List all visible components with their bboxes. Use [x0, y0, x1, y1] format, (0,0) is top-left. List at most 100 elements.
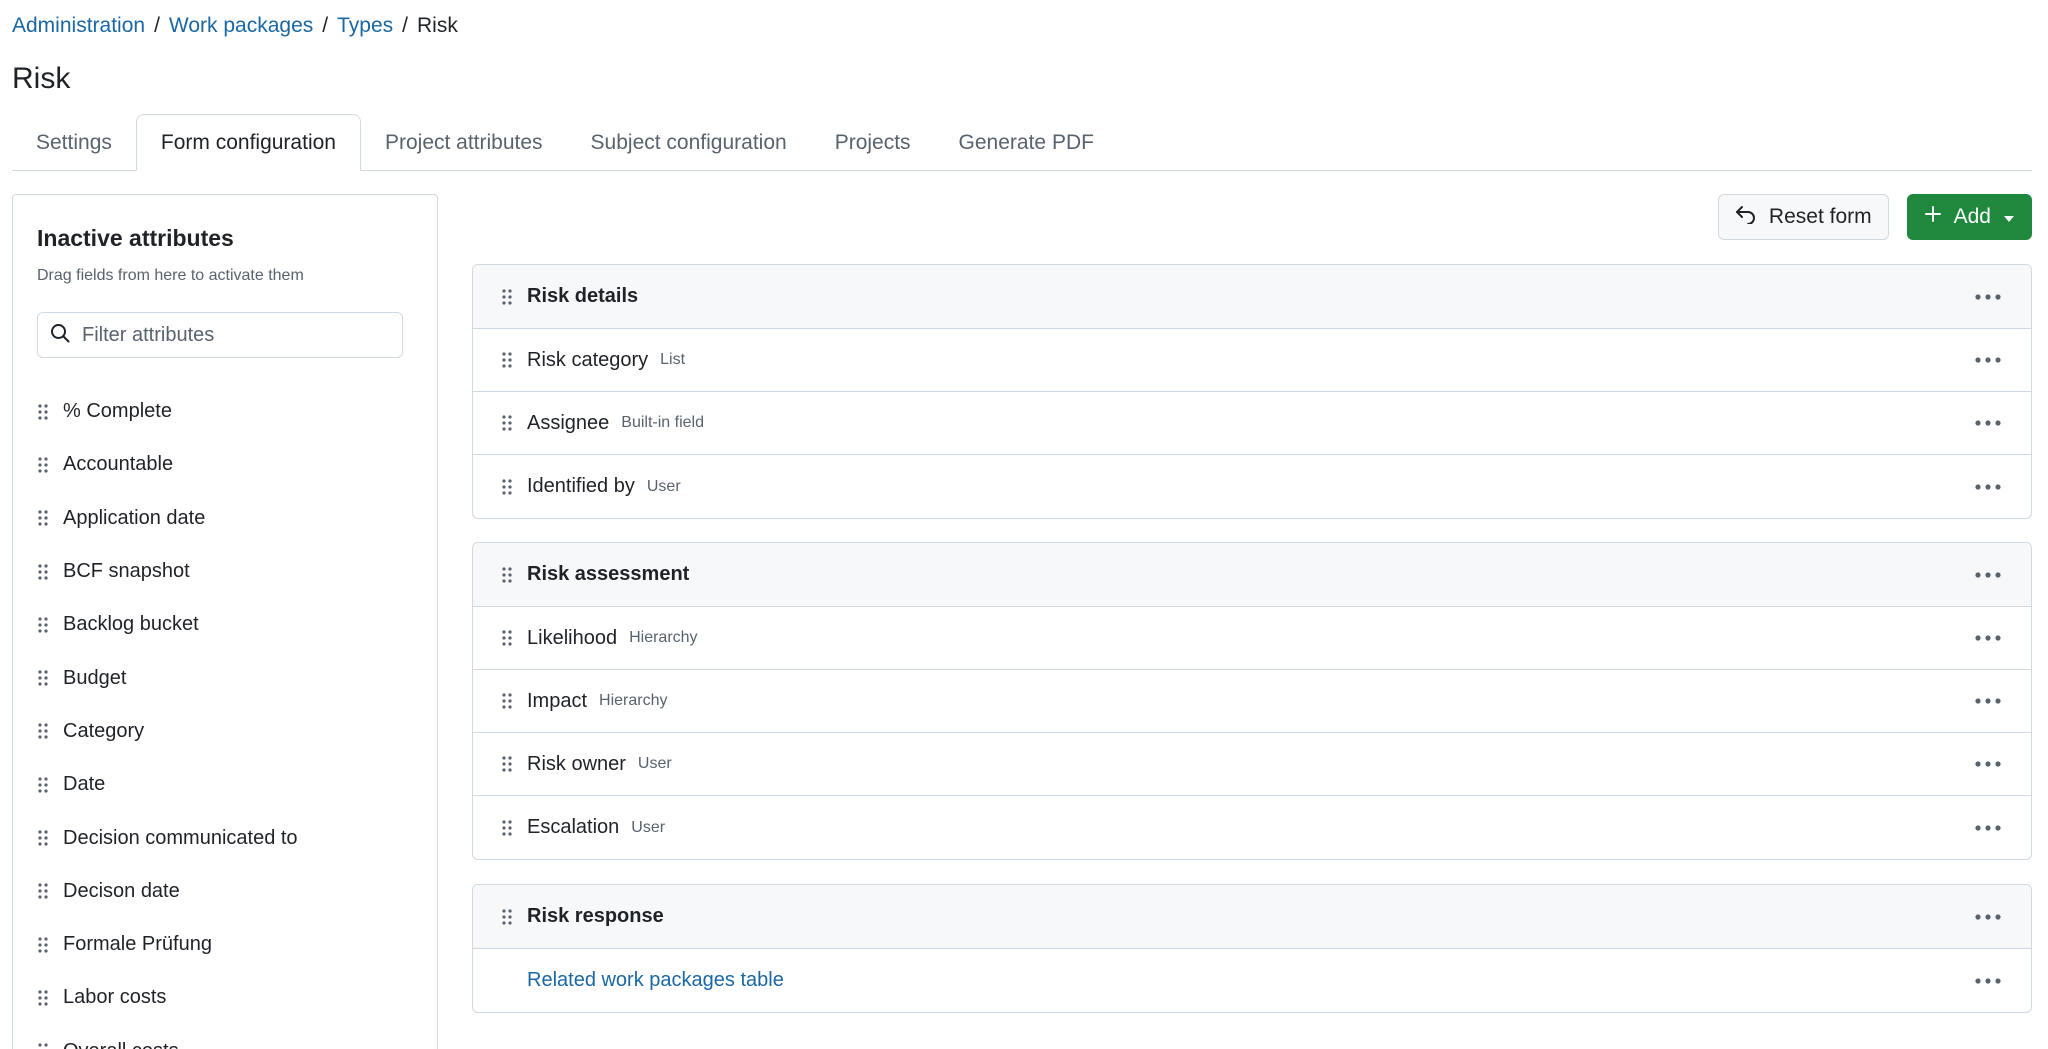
breadcrumb-current: Risk [416, 14, 458, 37]
drag-handle-icon[interactable] [501, 566, 527, 584]
form-configuration-area: Reset form Add Risk details Risk categor… [472, 194, 2032, 1013]
inactive-attribute-label: BCF snapshot [63, 560, 190, 583]
drag-handle-icon[interactable] [501, 819, 527, 837]
attribute-type: List [660, 351, 686, 368]
inactive-attribute-item[interactable]: Category [37, 705, 417, 758]
drag-handle-icon[interactable] [501, 288, 527, 306]
tab-settings[interactable]: Settings [12, 114, 136, 171]
attribute-label: Impact [527, 689, 588, 712]
group-name: Risk response [527, 905, 664, 927]
tab-projects[interactable]: Projects [811, 114, 935, 171]
attribute-label: Risk owner [527, 752, 626, 775]
inactive-attribute-item[interactable]: Formale Prüfung [37, 918, 417, 971]
group-header[interactable]: Risk assessment [473, 543, 2031, 607]
inactive-attribute-item[interactable]: Application date [37, 492, 417, 545]
search-icon [50, 323, 70, 348]
group-header[interactable]: Risk response [473, 885, 2031, 949]
drag-handle-icon[interactable] [501, 414, 527, 432]
drag-handle-icon[interactable] [37, 616, 63, 634]
attribute-row[interactable]: Assignee Built-in field [473, 392, 2031, 455]
inactive-attribute-item[interactable]: % Complete [37, 385, 417, 438]
reset-form-label: Reset form [1768, 205, 1872, 228]
attribute-row[interactable]: Risk category List [473, 329, 2031, 392]
inactive-attribute-label: Formale Prüfung [63, 933, 212, 956]
drag-handle-icon[interactable] [37, 989, 63, 1007]
drag-handle-icon[interactable] [37, 776, 63, 794]
drag-handle-icon[interactable] [501, 351, 527, 369]
inactive-attribute-label: % Complete [63, 400, 172, 423]
drag-handle-icon[interactable] [37, 563, 63, 581]
query-row[interactable]: Related work packages table [473, 949, 2031, 1012]
drag-handle-icon[interactable] [37, 456, 63, 474]
inactive-attribute-item[interactable]: Date [37, 758, 417, 811]
form-toolbar: Reset form Add [472, 194, 2032, 240]
group-name: Risk assessment [527, 563, 690, 585]
inactive-attribute-item[interactable]: Budget [37, 651, 417, 704]
attribute-row[interactable]: Risk owner User [473, 733, 2031, 796]
inactive-attribute-label: Overall costs [63, 1040, 179, 1049]
attribute-type: User [631, 818, 666, 836]
plus-icon [1924, 205, 1942, 229]
inactive-attribute-item[interactable]: Overall costs [37, 1025, 417, 1049]
inactive-attribute-label: Decison date [63, 879, 180, 902]
attribute-row[interactable]: Likelihood Hierarchy [473, 607, 2031, 670]
attribute-row[interactable]: Identified by User [473, 455, 2031, 518]
tab-project-attributes[interactable]: Project attributes [361, 114, 567, 171]
drag-handle-icon[interactable] [501, 755, 527, 773]
inactive-attributes-subtitle: Drag fields from here to activate them [37, 267, 304, 284]
inactive-attribute-item[interactable]: Decision communicated to [37, 811, 417, 864]
group-name: Risk details [527, 285, 639, 307]
inactive-attributes-panel: Inactive attributes Drag fields from her… [12, 194, 438, 1049]
add-button[interactable]: Add [1906, 194, 2032, 240]
tab-subject-configuration[interactable]: Subject configuration [567, 114, 811, 171]
breadcrumb-link-work-packages[interactable]: Work packages [169, 14, 313, 38]
drag-handle-icon[interactable] [37, 829, 63, 847]
filter-attributes-field[interactable] [37, 312, 403, 358]
drag-handle-icon[interactable] [37, 403, 63, 421]
tab-form-configuration[interactable]: Form configuration [135, 114, 361, 171]
page-title: Risk [12, 62, 71, 95]
inactive-attribute-item[interactable]: Decison date [37, 865, 417, 918]
breadcrumb-separator: / [322, 14, 329, 37]
reset-form-button[interactable]: Reset form [1717, 194, 1889, 240]
attribute-label: Assignee [527, 411, 610, 434]
attribute-label: Identified by [527, 475, 635, 497]
inactive-attribute-item[interactable]: Accountable [37, 438, 417, 491]
attribute-type: User [637, 755, 672, 772]
drag-handle-icon[interactable] [37, 669, 63, 687]
drag-handle-icon[interactable] [37, 722, 63, 740]
breadcrumb-link-administration[interactable]: Administration [12, 14, 145, 38]
drag-handle-icon[interactable] [37, 509, 63, 527]
attribute-row[interactable]: Escalation User [473, 796, 2031, 859]
inactive-attribute-label: Application date [63, 506, 206, 529]
inactive-attribute-item[interactable]: Labor costs [37, 971, 417, 1024]
attribute-label: Risk category [527, 348, 649, 371]
tab-bar: Settings Form configuration Project attr… [12, 114, 2032, 171]
breadcrumb-link-types[interactable]: Types [337, 14, 393, 38]
inactive-attribute-item[interactable]: BCF snapshot [37, 545, 417, 598]
drag-handle-icon[interactable] [501, 692, 527, 710]
caret-down-icon [2003, 205, 2015, 229]
drag-handle-icon[interactable] [37, 1042, 63, 1049]
attribute-type: Built-in field [621, 414, 704, 431]
attribute-row[interactable]: Impact Hierarchy [473, 670, 2031, 733]
drag-handle-icon[interactable] [501, 478, 527, 496]
attribute-type: User [646, 477, 681, 495]
filter-attributes-input[interactable] [82, 323, 382, 347]
drag-handle-icon[interactable] [37, 882, 63, 900]
inactive-attributes-title: Inactive attributes [37, 225, 234, 251]
tab-generate-pdf[interactable]: Generate PDF [935, 114, 1118, 171]
drag-handle-icon[interactable] [501, 908, 527, 926]
drag-handle-icon[interactable] [37, 936, 63, 954]
attribute-group-risk-response: Risk response Related work packages tabl… [472, 884, 2032, 1013]
attribute-type: Hierarchy [599, 692, 668, 709]
drag-handle-icon[interactable] [501, 629, 527, 647]
related-work-packages-table-link[interactable]: Related work packages table [527, 969, 784, 992]
inactive-attribute-label: Backlog bucket [63, 613, 199, 636]
undo-icon [1735, 204, 1757, 230]
attribute-label: Likelihood [527, 626, 618, 649]
inactive-attribute-label: Accountable [63, 453, 174, 476]
inactive-attribute-item[interactable]: Backlog bucket [37, 598, 417, 651]
group-header[interactable]: Risk details [473, 265, 2031, 329]
attribute-group-risk-details: Risk details Risk category List Assignee… [472, 264, 2032, 519]
